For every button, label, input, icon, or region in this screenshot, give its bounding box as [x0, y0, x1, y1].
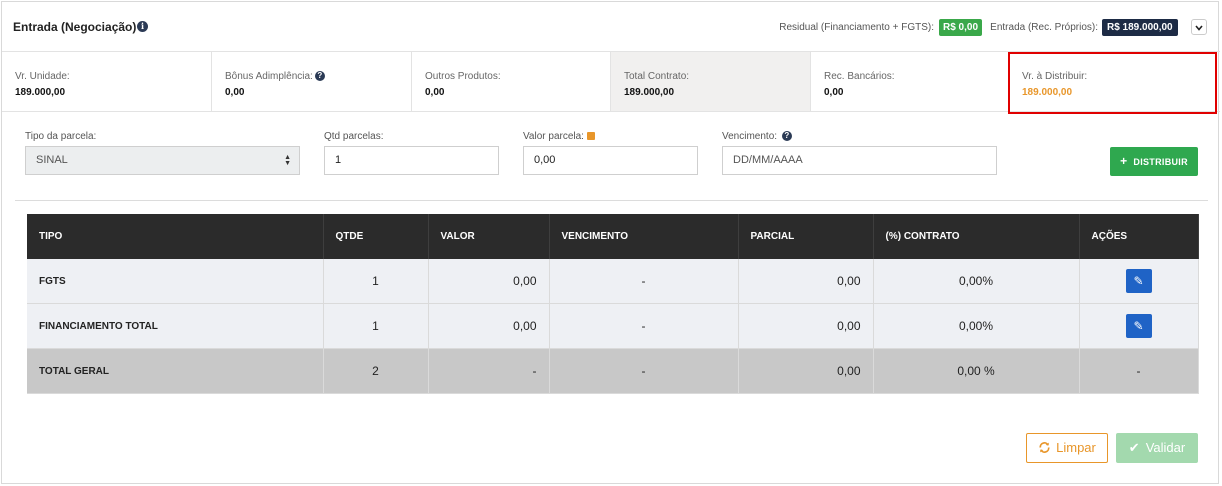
cell-vencimento: - — [549, 303, 739, 349]
pencil-icon: ✎ — [1133, 274, 1144, 288]
cell-parcial: 0,00 — [738, 303, 874, 349]
cell-vencimento: - — [549, 348, 739, 394]
parcelas-table: TIPO QTDE VALOR VENCIMENTO PARCIAL (%) C… — [27, 214, 1199, 394]
entrada-label: Entrada (Rec. Próprios): — [990, 22, 1098, 33]
collapse-button[interactable] — [1191, 19, 1207, 35]
table-row: FINANCIAMENTO TOTAL 1 0,00 - 0,00 0,00% … — [27, 303, 1199, 349]
info-icon[interactable]: i — [137, 21, 148, 32]
select-caret-icon: ▲ ▼ — [284, 154, 291, 167]
tipo-parcela-select[interactable]: SINAL ▲ ▼ — [25, 146, 300, 175]
summary-label: Outros Produtos: — [425, 71, 501, 82]
summary-label: Vr. Unidade: — [15, 71, 70, 82]
col-header-qtde: QTDE — [323, 214, 429, 259]
summary-vr-unidade: Vr. Unidade: 189.000,00 — [2, 52, 212, 112]
col-header-valor: VALOR — [428, 214, 550, 259]
qtd-parcelas-input[interactable]: 1 — [324, 146, 499, 175]
residual-label: Residual (Financiamento + FGTS): — [779, 22, 934, 33]
limpar-button[interactable]: Limpar — [1026, 433, 1108, 463]
table-header-row: TIPO QTDE VALOR VENCIMENTO PARCIAL (%) C… — [27, 214, 1199, 259]
table-total-row: TOTAL GERAL 2 - - 0,00 0,00 % - — [27, 348, 1199, 394]
cell-qtde: 2 — [323, 348, 429, 394]
distribuir-button[interactable]: + DISTRIBUIR — [1110, 147, 1198, 176]
highlight-box — [1008, 52, 1217, 114]
validar-button[interactable]: ✔ Validar — [1116, 433, 1198, 463]
cell-acoes: ✎ — [1079, 303, 1199, 349]
cell-vencimento: - — [549, 259, 739, 304]
validar-label: Validar — [1145, 440, 1186, 455]
col-header-vencimento: VENCIMENTO — [549, 214, 739, 259]
summary-value: 0,00 — [225, 87, 245, 98]
valor-parcela-value: 0,00 — [534, 154, 556, 166]
summary-label: Rec. Bancários: — [824, 71, 895, 82]
table-row: FGTS 1 0,00 - 0,00 0,00% ✎ — [27, 259, 1199, 304]
qtd-parcelas-label: Qtd parcelas: — [324, 131, 384, 142]
col-header-tipo: TIPO — [27, 214, 324, 259]
summary-label: Bônus Adimplência: — [225, 71, 313, 82]
col-header-contrato: (%) CONTRATO — [873, 214, 1080, 259]
chevron-down-icon — [1195, 25, 1203, 31]
qtd-parcelas-value: 1 — [335, 154, 342, 166]
cell-valor: - — [428, 348, 550, 394]
help-icon[interactable]: ? — [314, 71, 325, 82]
vencimento-label: Vencimento: — [722, 131, 778, 142]
cell-contrato: 0,00% — [873, 259, 1080, 304]
cell-tipo: FINANCIAMENTO TOTAL — [27, 303, 324, 349]
cell-qtde: 1 — [323, 303, 429, 349]
cell-acoes: - — [1079, 348, 1199, 394]
refresh-icon — [1039, 442, 1050, 453]
summary-label: Total Contrato: — [624, 71, 690, 82]
summary-value: 189.000,00 — [15, 87, 66, 98]
edit-button[interactable]: ✎ — [1125, 314, 1152, 338]
summary-bonus-adimplencia: Bônus Adimplência:? 0,00 — [212, 52, 412, 112]
residual-badge: R$ 0,00 — [939, 19, 983, 36]
cell-parcial: 0,00 — [738, 348, 874, 394]
limpar-label: Limpar — [1056, 440, 1096, 455]
panel-header: Entrada (Negociação) i Residual (Financi… — [2, 2, 1220, 52]
pencil-icon: ✎ — [1133, 319, 1144, 333]
divider — [15, 200, 1208, 201]
save-icon[interactable] — [586, 132, 595, 141]
valor-parcela-label: Valor parcela: — [523, 131, 584, 142]
vencimento-input[interactable]: DD/MM/AAAA — [722, 146, 997, 175]
summary-value: 189.000,00 — [624, 87, 675, 98]
tipo-parcela-label: Tipo da parcela: — [25, 131, 97, 142]
summary-outros-produtos: Outros Produtos: 0,00 — [412, 52, 611, 112]
negociacao-panel: Entrada (Negociação) i Residual (Financi… — [1, 1, 1220, 484]
edit-button[interactable]: ✎ — [1125, 269, 1152, 293]
cell-qtde: 1 — [323, 259, 429, 304]
summary-total-contrato: Total Contrato: 189.000,00 — [611, 52, 811, 112]
valor-parcela-input[interactable]: 0,00 — [523, 146, 698, 175]
summary-value: 0,00 — [425, 87, 445, 98]
summary-rec-bancarios: Rec. Bancários: 0,00 — [811, 52, 1009, 112]
plus-icon: + — [1120, 154, 1128, 168]
entrada-badge: R$ 189.000,00 — [1102, 19, 1178, 36]
distribuir-label: DISTRIBUIR — [1133, 157, 1188, 167]
cell-contrato: 0,00 % — [873, 348, 1080, 394]
help-icon[interactable]: ? — [781, 131, 792, 142]
col-header-acoes: AÇÕES — [1079, 214, 1199, 259]
cell-acoes: ✎ — [1079, 259, 1199, 304]
col-header-parcial: PARCIAL — [738, 214, 874, 259]
cell-parcial: 0,00 — [738, 259, 874, 304]
summary-value: 0,00 — [824, 87, 844, 98]
tipo-parcela-value: SINAL — [36, 154, 68, 166]
panel-title: Entrada (Negociação) — [13, 20, 137, 34]
check-icon: ✔ — [1128, 440, 1140, 455]
cell-valor: 0,00 — [428, 303, 550, 349]
vencimento-placeholder: DD/MM/AAAA — [733, 154, 803, 166]
cell-valor: 0,00 — [428, 259, 550, 304]
cell-contrato: 0,00% — [873, 303, 1080, 349]
cell-tipo: TOTAL GERAL — [27, 348, 324, 394]
cell-tipo: FGTS — [27, 259, 324, 304]
